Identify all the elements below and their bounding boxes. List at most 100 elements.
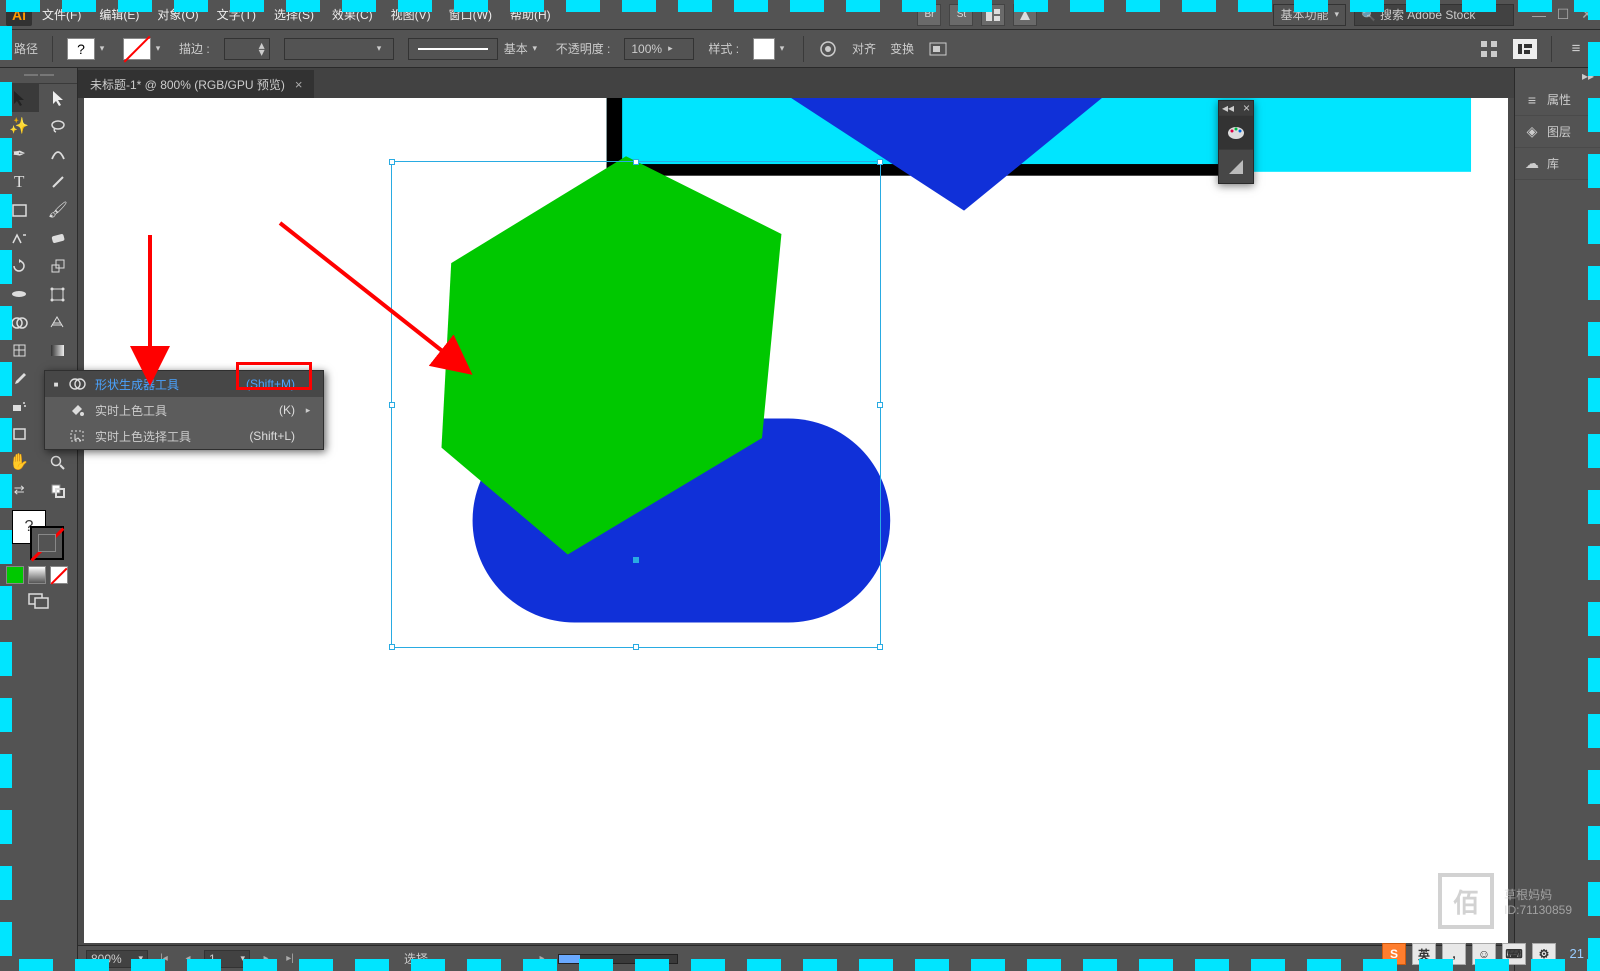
color-mode-color[interactable] [6,566,24,584]
brush-dropdown[interactable]: ▾ [528,38,542,60]
floating-panel[interactable]: ◂◂ × [1218,100,1254,184]
variable-width-profile[interactable]: ▾ [284,38,394,60]
rotate-tool[interactable] [0,252,39,280]
hand-tool[interactable]: ✋ [0,448,39,476]
curvature-tool[interactable] [39,140,78,168]
stroke-dropdown[interactable]: ▾ [151,38,165,60]
direct-selection-tool[interactable] [39,84,78,112]
swatches-panel-icon[interactable] [1219,149,1253,183]
stroke-swatch[interactable] [123,38,151,60]
libraries-panel-tab[interactable]: ☁ 库 [1515,148,1600,180]
fill-stroke-indicator[interactable]: ? [0,504,77,564]
zoom-tool[interactable] [39,448,78,476]
properties-panel-tab[interactable]: ≡ 属性 [1515,84,1600,116]
paintbrush-tool[interactable]: 🖌 [39,196,78,224]
flyout-shape-builder-tool[interactable]: ■ 形状生成器工具 (Shift+M) [45,371,323,397]
graphic-style-swatch[interactable] [753,38,775,60]
stock-button[interactable]: St [949,4,973,26]
color-panel-icon[interactable] [1219,115,1253,149]
window-minimize-button[interactable]: ― [1532,8,1546,22]
graphic-style-dropdown[interactable]: ▾ [775,38,789,60]
recolor-artwork-button[interactable] [818,39,838,59]
ime-emoji-button[interactable]: ☺ [1472,943,1496,965]
menu-effect[interactable]: 效果(C) [324,2,381,27]
ime-punct-button[interactable]: , [1442,943,1466,965]
brush-definition[interactable] [408,38,498,60]
free-transform-tool[interactable] [39,280,78,308]
toggle-fill-stroke-tool[interactable]: ⇄ [0,476,39,504]
grid-options-icon[interactable] [1479,39,1499,59]
arrange-docs-button[interactable] [981,4,1005,26]
symbol-sprayer-tool[interactable] [0,392,39,420]
search-stock-input[interactable]: 🔍 搜索 Adobe Stock [1354,4,1514,26]
menu-window[interactable]: 窗口(W) [441,2,500,27]
control-bar-menu-icon[interactable]: ≡ [1566,39,1586,59]
menu-edit[interactable]: 编辑(E) [91,2,147,27]
canvas-viewport[interactable]: ◂◂ × 800%▾ |◂ ◂ [78,98,1514,971]
default-fill-stroke-tool[interactable] [39,476,78,504]
window-maximize-button[interactable]: ☐ [1556,8,1570,22]
window-close-button[interactable]: ✕ [1580,8,1594,22]
color-mode-none[interactable] [50,566,68,584]
bridge-button[interactable]: Br [917,4,941,26]
screen-mode-button[interactable] [0,586,77,616]
fill-swatch[interactable]: ? [67,38,95,60]
transform-label[interactable]: 变换 [890,40,914,57]
shaper-tool[interactable] [0,224,39,252]
panel-close-icon[interactable]: × [1243,101,1250,115]
eraser-tool[interactable] [39,224,78,252]
zoom-level-select[interactable]: 800%▾ [86,950,148,968]
ime-settings-button[interactable]: ⚙ [1532,943,1556,965]
rectangle-tool[interactable] [0,196,39,224]
flyout-item-shortcut: (Shift+L) [223,429,295,443]
stroke-weight-input[interactable]: ▴▾ [224,38,270,60]
fill-dropdown[interactable]: ▾ [95,38,109,60]
gpu-button[interactable] [1013,4,1037,26]
menu-object[interactable]: 对象(O) [149,2,206,27]
menu-view[interactable]: 视图(V) [383,2,439,27]
color-mode-gradient[interactable] [28,566,46,584]
align-to-button[interactable] [1513,39,1537,59]
status-play-button[interactable]: ▸ [534,951,550,967]
mesh-tool[interactable] [0,336,39,364]
gradient-tool[interactable] [39,336,78,364]
artboard-tool[interactable] [0,420,39,448]
ime-logo-button[interactable]: S [1382,943,1406,965]
first-artboard-button[interactable]: |◂ [156,951,172,967]
expand-dock-icon[interactable]: ▸▸ [1582,69,1594,83]
artboard[interactable]: ◂◂ × [84,98,1508,943]
menu-select[interactable]: 选择(S) [266,2,322,27]
menu-help[interactable]: 帮助(H) [502,2,559,27]
width-tool[interactable] [0,280,39,308]
next-artboard-button[interactable]: ▸ [258,951,274,967]
flyout-live-paint-bucket-tool[interactable]: 实时上色工具 (K) ▸ [45,397,323,423]
line-segment-tool[interactable] [39,168,78,196]
ime-lang-button[interactable]: 英 [1412,943,1436,965]
type-tool[interactable]: T [0,168,39,196]
shape-builder-tool[interactable] [0,308,39,336]
menu-type[interactable]: 文字(T) [209,2,264,27]
eyedropper-tool[interactable] [0,364,39,392]
flyout-live-paint-selection-tool[interactable]: 实时上色选择工具 (Shift+L) [45,423,323,449]
lasso-tool[interactable] [39,112,78,140]
opacity-input[interactable]: 100%▸ [624,38,694,60]
selection-bounding-box[interactable] [391,161,881,648]
document-tab[interactable]: 未标题-1* @ 800% (RGB/GPU 预览) × [78,70,314,98]
artboard-nav-select[interactable]: 1▾ [204,950,250,968]
pen-tool[interactable]: ✒ [0,140,39,168]
ime-keyboard-button[interactable]: ⌨ [1502,943,1526,965]
menu-file[interactable]: 文件(F) [34,2,89,27]
panel-collapse-icon[interactable]: ◂◂ [1222,101,1234,115]
align-label[interactable]: 对齐 [852,40,876,57]
magic-wand-tool[interactable]: ✨ [0,112,39,140]
workspace-switcher[interactable]: 基本功能▾ [1273,4,1346,26]
selection-tool[interactable] [0,84,39,112]
isolate-button[interactable] [928,39,948,59]
close-tab-button[interactable]: × [295,77,303,92]
perspective-grid-tool[interactable] [39,308,78,336]
prev-artboard-button[interactable]: ◂ [180,951,196,967]
scale-tool[interactable] [39,252,78,280]
layers-panel-tab[interactable]: ◈ 图层 [1515,116,1600,148]
last-artboard-button[interactable]: ▸| [282,951,298,967]
flyout-item-label: 实时上色选择工具 [95,428,215,445]
